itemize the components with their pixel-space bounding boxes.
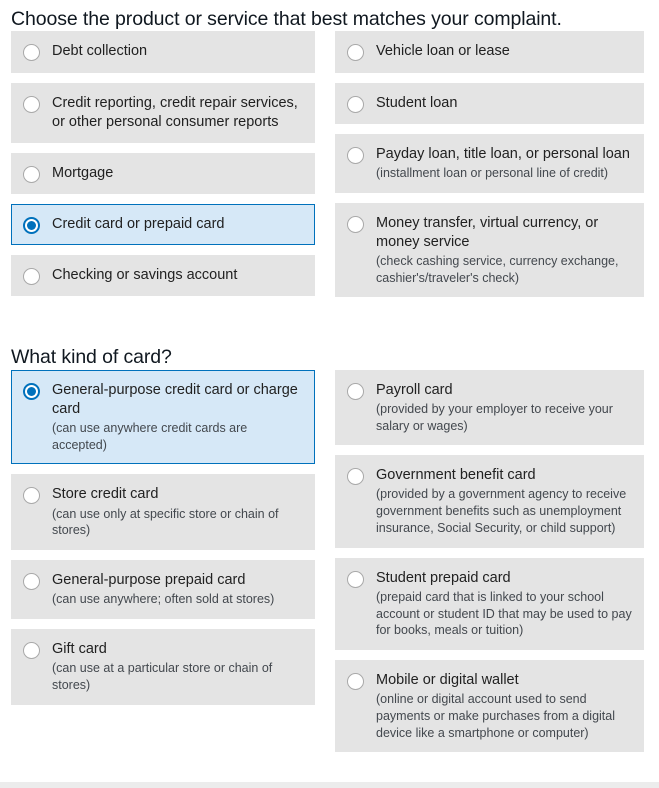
option-description: (can use anywhere credit cards are accep… [52,420,248,452]
option-label: General-purpose credit card or charge ca… [52,381,298,417]
radio-unselected-icon[interactable] [23,573,40,590]
option-description: (check cashing service, currency exchang… [376,253,619,285]
radio-unselected-icon[interactable] [347,146,364,164]
option-label: Mobile or digital wallet [376,672,519,688]
option-labels: Student loan [376,94,633,113]
option-labels: Gift card (can use at a particular store … [52,640,304,694]
card-options-columns: General-purpose credit card or charge ca… [0,369,659,763]
option-labels: General-purpose prepaid card (can use any… [52,571,304,608]
option-label: Gift card [52,640,107,657]
complaint-form-page: Choose the product or service that best … [0,0,659,788]
radio-option-general-purpose-prepaid-card[interactable]: General-purpose prepaid card (can use any… [11,560,315,619]
card-section-title: What kind of card? [11,346,172,369]
radio-unselected-icon[interactable] [347,95,364,113]
option-label: Credit card or prepaid card [52,215,225,232]
radio-option-general-purpose-credit-card-or-charge-card[interactable]: General-purpose credit card or charge ca… [11,369,315,465]
option-labels: Checking or savings account [52,266,304,285]
option-description: (can use only at specific store or chain… [52,506,279,538]
option-description: (provided by your employer to receive yo… [376,401,613,433]
option-description: (installment loan or personal line of cr… [376,165,609,180]
radio-option-checking-or-savings-account[interactable]: Checking or savings account [11,255,315,297]
radio-selected-icon[interactable] [23,216,40,234]
radio-unselected-icon[interactable] [23,641,40,659]
card-options-right-column: Payroll card (provided by your employer t… [315,369,659,763]
option-labels: Store credit card (can use only at specif… [52,485,304,539]
option-label: General-purpose prepaid card [52,572,246,588]
radio-unselected-icon[interactable] [347,468,364,486]
radio-unselected-icon[interactable] [23,165,40,183]
option-label: Money transfer, virtual currency, or mon… [376,214,599,250]
radio-unselected-icon[interactable] [347,44,364,62]
radio-unselected-icon[interactable] [347,215,364,233]
option-labels: Credit reporting, credit repair services… [52,94,304,132]
option-labels: Payroll card (provided by your employer t… [376,381,633,435]
option-labels: Government benefit card (provided by a go… [376,466,633,536]
option-label: Government benefit card [376,467,536,484]
option-labels: General-purpose credit card or charge ca… [52,381,304,454]
option-label: Store credit card [52,486,159,503]
radio-option-store-credit-card[interactable]: Store credit card (can use only at specif… [11,474,315,550]
option-label: Debt collection [52,43,148,60]
option-label: Checking or savings account [52,267,238,283]
option-labels: Mortgage [52,164,304,183]
radio-option-credit-card-or-prepaid-card[interactable]: Credit card or prepaid card [11,203,315,245]
option-labels: Payday loan, title loan, or personal loa… [376,145,633,182]
product-options-right-column: Vehicle loan or lease Student loan Payday … [315,31,659,307]
radio-unselected-icon[interactable] [23,95,40,113]
option-description: (online or digital account used to send … [376,692,615,740]
bottom-divider [0,782,659,788]
product-options-columns: Debt collection Credit reporting, credit … [0,31,659,307]
option-label: Vehicle loan or lease [376,43,510,60]
radio-option-debt-collection[interactable]: Debt collection [11,31,315,73]
radio-unselected-icon[interactable] [347,382,364,400]
radio-option-student-loan[interactable]: Student loan [335,82,644,124]
radio-option-credit-reporting-credit-repair-services-or-other[interactable]: Credit reporting, credit repair services… [11,82,315,143]
card-options-left-column: General-purpose credit card or charge ca… [0,369,315,715]
card-section: What kind of card? General-purpose credi… [0,307,659,762]
option-labels: Mobile or digital wallet (online or digit… [376,671,633,741]
radio-option-mortgage[interactable]: Mortgage [11,152,315,194]
radio-option-government-benefit-card[interactable]: Government benefit card (provided by a go… [335,455,644,548]
option-label: Student prepaid card [376,569,511,586]
radio-unselected-icon[interactable] [347,570,364,588]
radio-option-gift-card[interactable]: Gift card (can use at a particular store … [11,628,315,705]
option-labels: Vehicle loan or lease [376,42,633,61]
radio-option-payday-loan-title-loan-or-personal-loan[interactable]: Payday loan, title loan, or personal loa… [335,133,644,193]
radio-option-mobile-or-digital-wallet[interactable]: Mobile or digital wallet (online or digit… [335,660,644,753]
radio-unselected-icon[interactable] [23,268,40,285]
radio-unselected-icon[interactable] [23,487,40,505]
option-label: Payroll card [376,381,453,398]
option-label: Mortgage [52,164,114,181]
radio-unselected-icon[interactable] [23,44,40,62]
option-description: (can use anywhere; often sold at stores) [52,592,275,607]
option-description: (provided by a government agency to rece… [376,487,627,535]
radio-unselected-icon[interactable] [347,673,364,690]
option-label: Payday loan, title loan, or personal loa… [376,145,630,162]
radio-selected-icon[interactable] [23,382,40,400]
radio-option-money-transfer-virtual-currency-or-money-service[interactable]: Money transfer, virtual currency, or mon… [335,202,644,298]
option-label: Credit reporting, credit repair services… [52,94,298,130]
option-labels: Student prepaid card (prepaid card that i… [376,569,633,639]
option-labels: Debt collection [52,42,304,61]
option-labels: Money transfer, virtual currency, or mon… [376,214,633,287]
radio-option-payroll-card[interactable]: Payroll card (provided by your employer t… [335,369,644,446]
option-labels: Credit card or prepaid card [52,215,304,234]
product-section: Choose the product or service that best … [0,0,659,307]
radio-option-student-prepaid-card[interactable]: Student prepaid card (prepaid card that i… [335,557,644,650]
radio-option-vehicle-loan-or-lease[interactable]: Vehicle loan or lease [335,31,644,73]
option-description: (can use at a particular store or chain … [52,661,273,692]
option-description: (prepaid card that is linked to your sch… [376,589,632,638]
option-label: Student loan [376,94,458,111]
product-options-left-column: Debt collection Credit reporting, credit … [0,31,315,306]
page-title: Choose the product or service that best … [11,8,562,30]
